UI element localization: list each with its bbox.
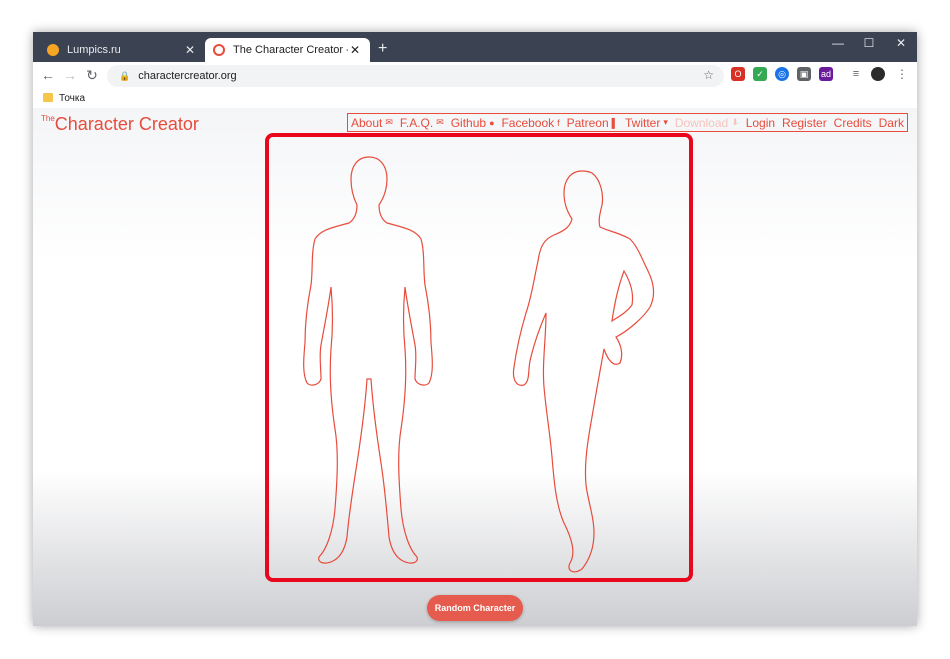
lock-icon: 🔒 <box>119 70 131 81</box>
tab-character-creator[interactable]: The Character Creator - Build visual ✕ <box>205 38 370 62</box>
bookmark-star-icon[interactable]: ☆ <box>703 68 714 82</box>
nav-login[interactable]: Login <box>746 116 775 130</box>
nav-label: Facebook <box>501 115 555 130</box>
page-content: TheCharacter Creator About ✉ F.A.Q. ✉ Gith… <box>33 108 917 626</box>
globe-extension-icon[interactable]: ◎ <box>775 67 789 81</box>
close-window-icon[interactable]: ✕ <box>891 36 911 50</box>
check-extension-icon[interactable]: ✓ <box>753 67 767 81</box>
github-icon: ● <box>489 117 495 128</box>
nav-label: F.A.Q. <box>399 115 434 130</box>
download-icon: ⬇ <box>731 117 739 127</box>
menu-icon[interactable]: ⋮ <box>895 67 909 81</box>
media-icon[interactable]: ≡ <box>849 67 863 81</box>
nav-label: Download <box>674 115 729 130</box>
lumpics-favicon-icon <box>47 44 59 56</box>
box-extension-icon[interactable]: ▣ <box>797 67 811 81</box>
nav-label: About <box>351 115 383 130</box>
male-figure[interactable] <box>299 153 439 573</box>
tab-close-icon[interactable]: ✕ <box>183 43 197 57</box>
character-creator-favicon-icon <box>213 44 225 56</box>
character-selection-frame <box>265 133 693 582</box>
opera-extension-icon[interactable]: O <box>731 67 745 81</box>
logo-prefix: The <box>41 114 55 123</box>
back-icon[interactable]: ← <box>39 67 57 83</box>
envelope-icon: ✉ <box>385 117 393 127</box>
folder-icon <box>43 93 53 102</box>
random-character-button[interactable]: Random Character <box>427 595 523 621</box>
nav-download[interactable]: Download ⬇ <box>675 116 739 130</box>
bookmarks-bar: Точка <box>33 90 917 108</box>
bookmark-item[interactable]: Точка <box>59 93 85 104</box>
nav-label: Github <box>450 115 487 130</box>
nav-faq[interactable]: F.A.Q. ✉ <box>400 116 444 130</box>
nav-patreon[interactable]: Patreon ▌ <box>567 116 618 130</box>
nav-credits[interactable]: Credits <box>834 116 872 130</box>
tab-title: The Character Creator - Build visual <box>233 44 348 56</box>
female-figure[interactable] <box>504 167 664 577</box>
nav-label: Twitter <box>625 115 661 130</box>
browser-window: Lumpics.ru ✕ The Character Creator - Bui… <box>33 32 917 626</box>
twitter-icon: ▾ <box>663 117 668 127</box>
minimize-icon[interactable]: — <box>828 36 848 50</box>
site-logo[interactable]: TheCharacter Creator <box>41 114 199 135</box>
envelope-icon: ✉ <box>436 117 444 127</box>
new-tab-icon[interactable]: + <box>378 40 387 58</box>
tab-close-icon[interactable]: ✕ <box>348 43 362 57</box>
address-text: charactercreator.org <box>138 70 237 82</box>
avatar[interactable] <box>871 67 885 81</box>
nav-github[interactable]: Github ● <box>451 116 495 130</box>
maximize-icon[interactable]: ☐ <box>859 36 879 50</box>
tab-lumpics[interactable]: Lumpics.ru ✕ <box>39 38 205 62</box>
address-bar[interactable]: 🔒 charactercreator.org ☆ <box>107 65 724 87</box>
nav-about[interactable]: About ✉ <box>351 116 393 130</box>
facebook-icon: f <box>557 117 560 128</box>
site-nav: About ✉ F.A.Q. ✉ Github ● Facebook f Patreon… <box>347 113 908 132</box>
nav-dark[interactable]: Dark <box>879 116 904 130</box>
nav-twitter[interactable]: Twitter ▾ <box>625 116 668 130</box>
reload-icon[interactable]: ↻ <box>83 67 101 84</box>
tab-title: Lumpics.ru <box>67 44 121 56</box>
tab-strip: Lumpics.ru ✕ The Character Creator - Bui… <box>33 32 917 62</box>
ad-extension-icon[interactable]: ad <box>819 67 833 81</box>
patreon-icon: ▌ <box>611 117 619 128</box>
nav-label: Patreon <box>566 115 609 130</box>
nav-facebook[interactable]: Facebook f <box>501 116 559 130</box>
nav-register[interactable]: Register <box>782 116 827 130</box>
logo-title: Character Creator <box>54 114 199 134</box>
forward-icon[interactable]: → <box>61 67 79 83</box>
